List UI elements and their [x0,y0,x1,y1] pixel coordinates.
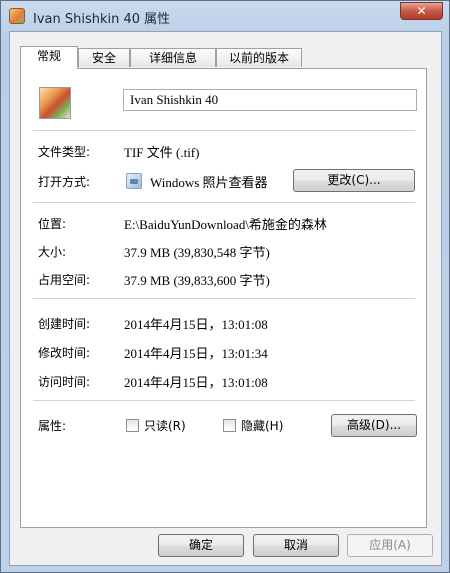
created-value: 2014年4月15日，13:01:08 [124,317,268,332]
tab-details[interactable]: 详细信息 [130,48,216,67]
hidden-checkbox[interactable] [223,419,236,432]
accessed-value: 2014年4月15日，13:01:08 [124,375,268,390]
divider [33,202,415,203]
ok-button[interactable]: 确定 [158,534,244,557]
file-name-input[interactable] [123,89,417,111]
size-on-disk-label: 占用空间: [38,273,91,287]
photo-viewer-icon [126,173,142,189]
size-label: 大小: [38,245,67,259]
change-button[interactable]: 更改(C)... [293,169,415,192]
accessed-label: 访问时间: [38,375,91,389]
properties-window: Ivan Shishkin 40 属性 ✕ 常规 安全 详细信息 以前的版本 文… [0,0,450,573]
dialog-client: 常规 安全 详细信息 以前的版本 文件类型: TIF 文件 (.tif) 打开方… [9,31,442,566]
location-value: E:\BaiduYunDownload\希施金的森林 [124,217,327,232]
file-type-value: TIF 文件 (.tif) [124,145,200,160]
divider [33,130,415,131]
modified-label: 修改时间: [38,346,91,360]
title-bar[interactable]: Ivan Shishkin 40 属性 ✕ [1,1,449,31]
opens-with-label: 打开方式: [38,175,91,189]
divider [33,298,415,299]
attributes-label: 属性: [38,419,67,433]
file-type-label: 文件类型: [38,145,91,159]
divider [33,400,415,401]
created-label: 创建时间: [38,317,91,331]
apply-button[interactable]: 应用(A) [347,534,433,557]
readonly-label[interactable]: 只读(R) [144,417,186,434]
readonly-checkbox[interactable] [126,419,139,432]
tab-previous-versions[interactable]: 以前的版本 [216,48,302,67]
hidden-label[interactable]: 隐藏(H) [241,417,283,434]
tab-general[interactable]: 常规 [20,46,78,69]
cancel-button[interactable]: 取消 [253,534,339,557]
general-panel: 文件类型: TIF 文件 (.tif) 打开方式: Windows 照片查看器 … [20,68,427,528]
modified-value: 2014年4月15日，13:01:34 [124,346,268,361]
opens-with-value: Windows 照片查看器 [150,175,268,190]
image-file-icon [9,8,25,24]
advanced-button[interactable]: 高级(D)... [331,414,417,437]
size-on-disk-value: 37.9 MB (39,833,600 字节) [124,273,270,288]
location-label: 位置: [38,217,67,231]
tab-security[interactable]: 安全 [78,48,130,67]
close-button[interactable]: ✕ [400,2,443,20]
size-value: 37.9 MB (39,830,548 字节) [124,245,270,260]
file-thumbnail-icon [39,87,71,119]
window-title: Ivan Shishkin 40 属性 [33,12,171,27]
